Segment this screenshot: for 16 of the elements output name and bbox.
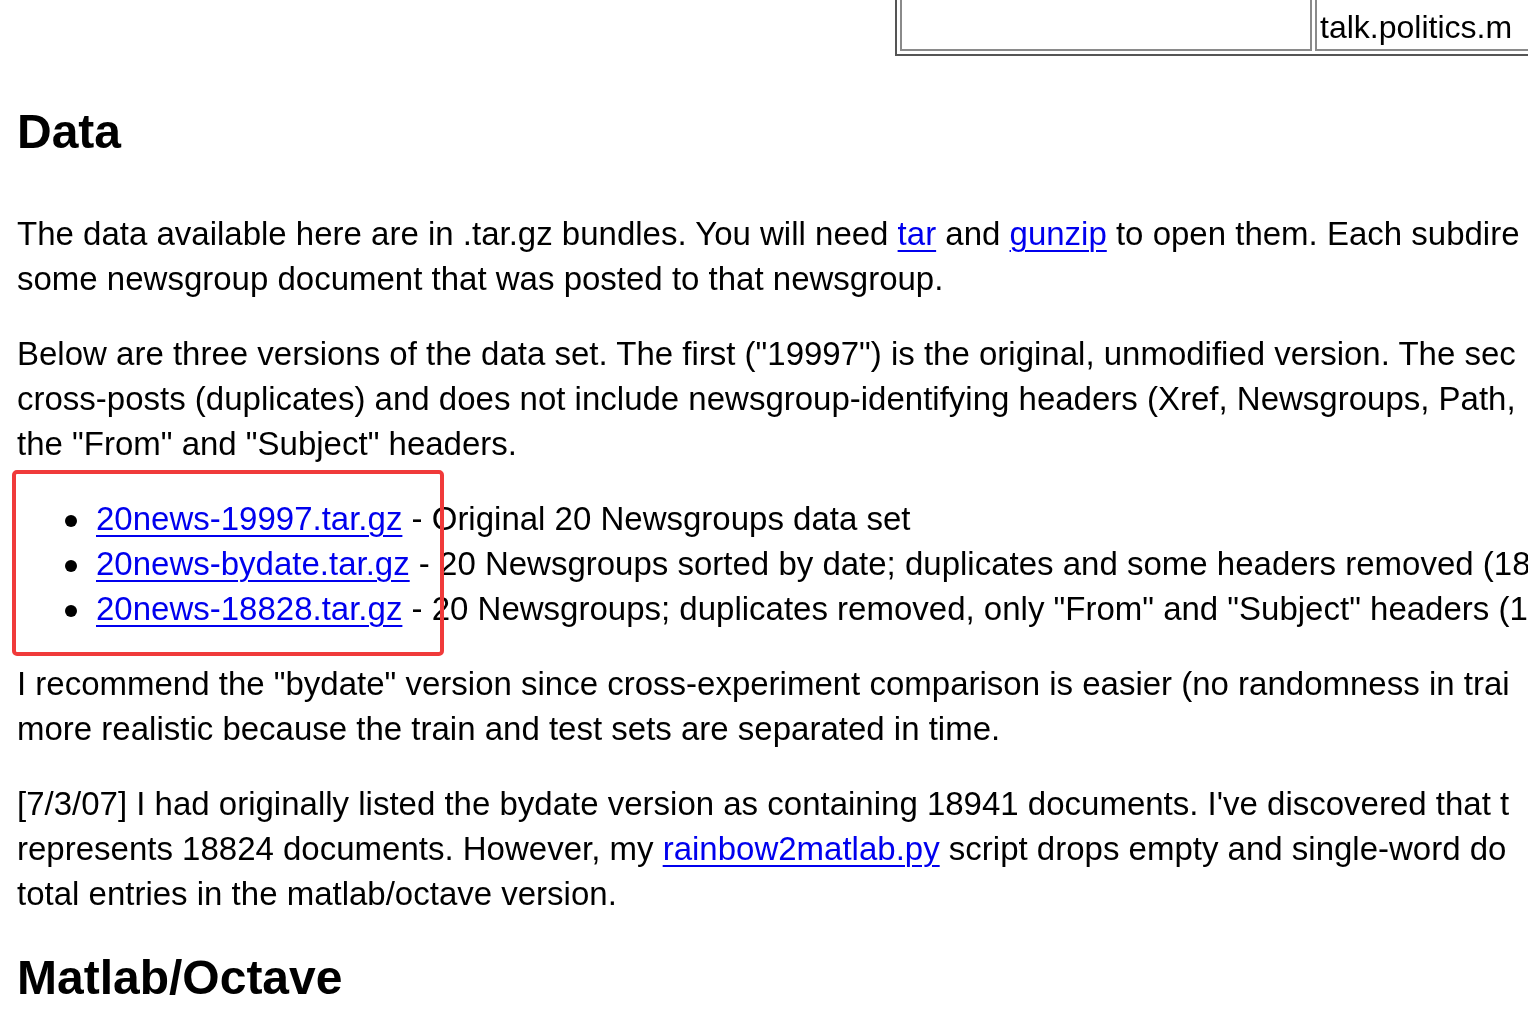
bullet-icon xyxy=(65,605,77,617)
link[interactable]: 20news-18828.tar.gz xyxy=(96,590,403,627)
link[interactable]: 20news-19997.tar.gz xyxy=(96,500,403,537)
link[interactable]: gunzip xyxy=(1009,215,1107,252)
bullet-icon xyxy=(65,515,77,527)
paragraph: [7/3/07] I had originally listed the bydate version as containing 18941 documents. I've discovered that t represents 18824 documents. However, my rainbow2matlab.py script drops empty and single-word do total entries in the matlab/octave version. xyxy=(17,784,1510,914)
link[interactable]: 20news-bydate.tar.gz xyxy=(96,545,410,582)
link[interactable]: rainbow2matlab.py xyxy=(662,830,940,867)
section-heading: Data xyxy=(17,104,122,160)
bullet-icon xyxy=(65,560,77,572)
paragraph: The data available here are in .tar.gz bundles. You will need tar and gunzip to open them. Each subdire some newsgroup document that was posted to that newsgroup. xyxy=(17,214,1520,299)
paragraph: I recommend the "bydate" version since cross-experiment comparison is easier (no randomness in trai more realistic because the train and test sets are separated in time. xyxy=(17,664,1510,749)
paragraph: Below are three versions of the data set. The first ("19997") is the original, unmodified version. The sec cross-posts (duplicates) and does not include newsgroup-identifying headers (Xref, Newsgroups, Path, the "From" and "Subject" headers. xyxy=(17,334,1516,464)
table-cell: talk.politics.m xyxy=(1315,0,1528,51)
section-heading: Matlab/Octave xyxy=(17,950,343,1006)
link[interactable]: tar xyxy=(897,215,937,252)
